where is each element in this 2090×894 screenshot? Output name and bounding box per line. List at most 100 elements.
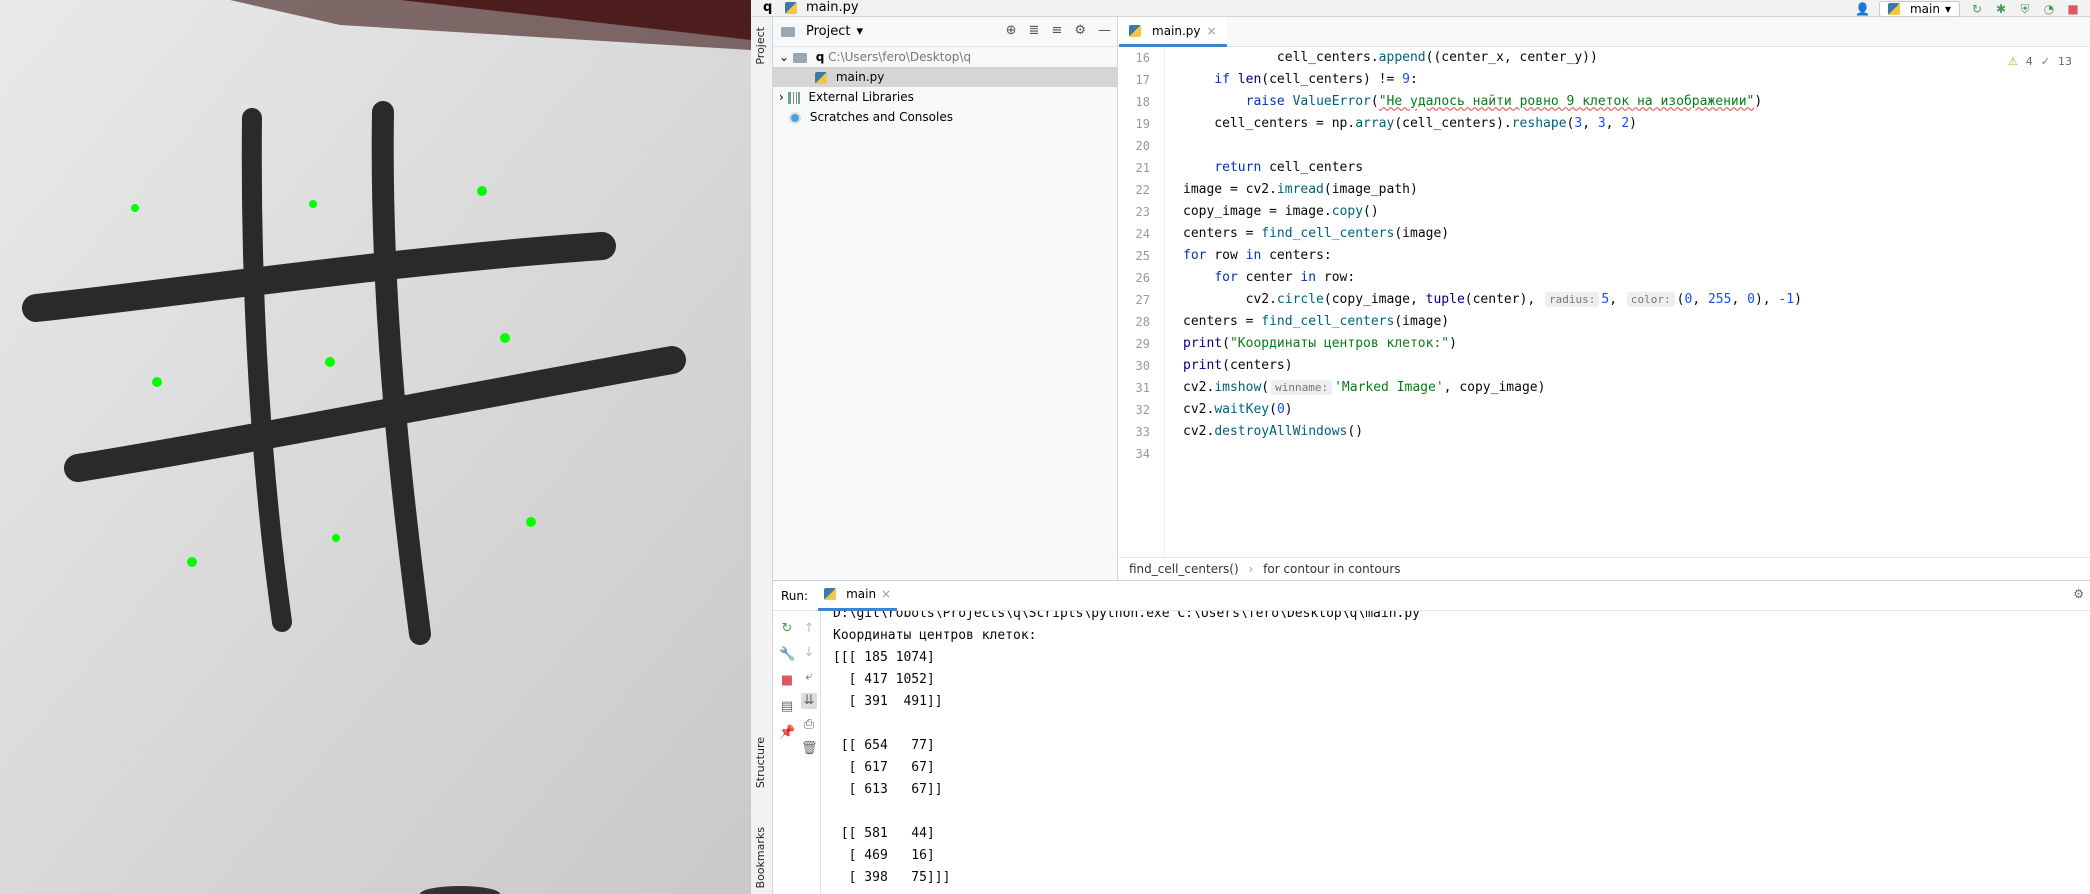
chevron-down-icon: ▾: [1944, 1, 1951, 16]
rerun-icon[interactable]: ↻: [1970, 2, 1984, 16]
tab-main-py[interactable]: main.py ×: [1119, 17, 1227, 47]
code-line: image = cv2.imread(image_path): [1183, 182, 1418, 197]
file-crumb[interactable]: main.py: [785, 0, 859, 15]
user-icon[interactable]: 👤: [1855, 2, 1870, 16]
line-number: 32: [1135, 403, 1150, 417]
line-number: 33: [1135, 425, 1150, 439]
console-line: [ 398 75]]]: [833, 870, 951, 885]
code-line: raise ValueError("Не удалось найти ровно…: [1245, 94, 1763, 109]
code-line: for center in row:: [1214, 270, 1356, 285]
chevron-down-icon[interactable]: ▾: [856, 24, 863, 39]
tab-label: main.py: [1152, 23, 1201, 38]
code-line: cv2.imshow(winname: 'Marked Image', copy_…: [1183, 380, 1546, 395]
breadcrumb-loop[interactable]: for contour in contours: [1263, 562, 1400, 576]
marker: [500, 333, 510, 343]
marked-image-window: [0, 0, 751, 894]
coverage-icon[interactable]: ⛨: [2018, 2, 2032, 16]
print-icon[interactable]: ⎙: [801, 717, 817, 733]
param-hint: winname:: [1271, 380, 1333, 395]
structure-tool-tab[interactable]: Structure: [754, 737, 767, 788]
gear-icon[interactable]: ⚙: [1074, 23, 1086, 38]
soft-wrap-icon[interactable]: ⤶: [801, 669, 817, 685]
pin-icon[interactable]: 📌: [779, 725, 795, 741]
stop-icon[interactable]: ■: [2066, 2, 2080, 16]
code-line: print("Координаты центров клеток:"): [1183, 336, 1457, 351]
console-line: Координаты центров клеток:: [833, 628, 1037, 643]
marker: [309, 200, 317, 208]
bookmarks-tool-tab[interactable]: Bookmarks: [754, 827, 767, 888]
line-number: 25: [1135, 249, 1150, 263]
library-icon: [787, 91, 800, 104]
hide-icon[interactable]: —: [1098, 23, 1111, 38]
editor-breadcrumb: find_cell_centers() › for contour in con…: [1119, 557, 2090, 580]
tree-item-label: main.py: [835, 70, 885, 84]
line-number: 29: [1135, 337, 1150, 351]
line-number: 20: [1135, 139, 1150, 153]
project-crumb[interactable]: q: [763, 0, 772, 15]
wrench-icon[interactable]: 🔧: [779, 647, 795, 663]
console-line: [[ 654 77]: [833, 738, 935, 753]
line-number: 16: [1135, 51, 1150, 65]
code-line: centers = find_cell_centers(image): [1183, 314, 1450, 329]
marker: [477, 186, 487, 196]
scroll-to-end-icon[interactable]: ⇊: [801, 693, 817, 709]
run-config-label: main: [1909, 1, 1940, 16]
breadcrumb-function[interactable]: find_cell_centers(): [1129, 562, 1239, 576]
console-line: [ 417 1052]: [833, 672, 935, 687]
trash-icon[interactable]: 🗑: [801, 741, 818, 757]
pycharm-window: q main.py 👤 main ▾ ↻ ✱ ⛨ ◔ ■ Project Str…: [751, 0, 2090, 894]
rerun-icon[interactable]: ↻: [779, 621, 795, 637]
line-number: 19: [1135, 117, 1150, 131]
arrow-up-icon[interactable]: ↑: [801, 621, 817, 637]
line-number: 27: [1135, 293, 1150, 307]
console-output[interactable]: D:\git\robots\Projects\q\Scripts\python.…: [833, 611, 2073, 894]
line-number: 31: [1135, 381, 1150, 395]
python-file-icon: [785, 1, 797, 14]
python-file-icon: [1129, 24, 1141, 37]
layout-icon[interactable]: ▤: [779, 699, 795, 715]
console-line: [ 617 67]: [833, 760, 935, 775]
code-line: if len(cell_centers) != 9:: [1214, 72, 1418, 87]
arrow-down-icon[interactable]: ↓: [801, 645, 817, 661]
close-icon[interactable]: ×: [1207, 24, 1217, 38]
run-panel: Run: main × ⚙ ↻ 🔧 ■ ▤ 📌 ↑ ↓ ⤶ ⇊ ⎙ 🗑 D:\g…: [773, 580, 2090, 894]
collapse-all-icon[interactable]: ≡: [1051, 23, 1062, 38]
left-tool-strip: Project Structure Bookmarks: [751, 17, 773, 894]
console-line: D:\git\robots\Projects\q\Scripts\python.…: [833, 611, 1420, 621]
param-hint: radius:: [1545, 292, 1600, 307]
line-number: 17: [1135, 73, 1150, 87]
code-line: cell_centers = np.array(cell_centers).re…: [1183, 116, 1637, 131]
profile-icon[interactable]: ◔: [2042, 2, 2056, 16]
locate-icon[interactable]: ⊕: [1006, 23, 1017, 38]
line-number: 22: [1135, 183, 1150, 197]
expand-all-icon[interactable]: ≣: [1029, 23, 1040, 38]
marker: [325, 357, 335, 367]
console-line: [[ 581 44]: [833, 826, 935, 841]
code-line: cv2.waitKey(0): [1183, 402, 1293, 417]
run-tab-main[interactable]: main ×: [818, 581, 898, 611]
run-config-selector[interactable]: main ▾: [1878, 0, 1960, 17]
console-line: [[[ 185 1074]: [833, 650, 935, 665]
stop-icon[interactable]: ■: [779, 673, 795, 689]
window-name-string: 'Marked Image': [1334, 380, 1444, 395]
param-hint: color:: [1626, 292, 1675, 307]
tree-item-main-py[interactable]: main.py: [773, 67, 1117, 87]
code-area[interactable]: cell_centers.append((center_x, center_y)…: [1183, 47, 2063, 557]
gear-icon[interactable]: ⚙: [2073, 587, 2084, 601]
tree-item-scratches[interactable]: Scratches and Consoles: [773, 107, 1117, 127]
close-icon[interactable]: ×: [881, 587, 891, 601]
tree-item-project-root[interactable]: ⌄ q C:\Users\fero\Desktop\q: [773, 47, 1117, 67]
line-number: 30: [1135, 359, 1150, 373]
chevron-down-icon: ⌄: [779, 50, 790, 64]
chevron-right-icon: ›: [1248, 562, 1254, 576]
project-tool-tab[interactable]: Project: [754, 27, 767, 65]
code-line: print(centers): [1183, 358, 1293, 373]
line-number: 24: [1135, 227, 1150, 241]
debug-icon[interactable]: ✱: [1994, 2, 2008, 16]
project-view-label[interactable]: Project: [806, 24, 850, 39]
console-line: [ 613 67]]: [833, 782, 943, 797]
tree-item-external-libraries[interactable]: › External Libraries: [773, 87, 1117, 107]
